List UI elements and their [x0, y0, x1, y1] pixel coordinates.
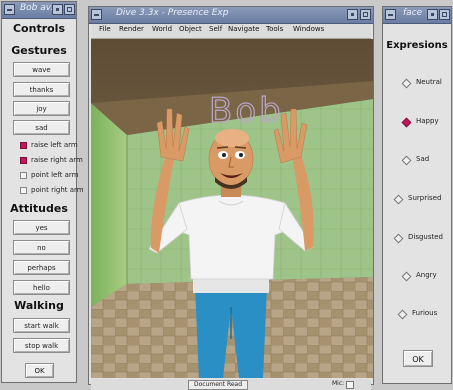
minimize-icon[interactable] [347, 9, 358, 20]
attitudes-heading: Attitudes [10, 202, 68, 215]
expression-label: Sad [416, 155, 430, 163]
stop-walk-button[interactable]: stop walk [13, 338, 70, 353]
minimize-icon[interactable] [427, 9, 438, 20]
mic-toggle[interactable] [346, 381, 354, 389]
bob-window-titlebar[interactable]: Bob av. [2, 2, 76, 19]
raise-right-arm-label: raise right arm [31, 156, 83, 164]
joy-button[interactable]: joy [13, 101, 70, 116]
maximize-icon[interactable] [64, 4, 75, 15]
radio-icon [397, 309, 408, 320]
expression-label: Happy [416, 117, 439, 125]
expression-label: Disgusted [408, 233, 444, 241]
window-menu-icon[interactable] [4, 4, 15, 15]
3d-viewport[interactable]: Bob [91, 39, 373, 378]
checkbox-icon [20, 186, 27, 194]
avatar-scene: Bob [91, 39, 373, 378]
ok-button[interactable]: OK [403, 350, 433, 367]
bob-avatar-window: Bob av. Controls Gestures wave thanks jo… [1, 1, 84, 383]
sad-button[interactable]: sad [13, 120, 70, 135]
wave-button[interactable]: wave [13, 62, 70, 77]
point-right-arm-label: point right arm [31, 186, 84, 194]
menu-windows[interactable]: Windows [293, 25, 324, 33]
thanks-button[interactable]: thanks [13, 82, 70, 97]
bob-window-title: Bob av. [20, 3, 54, 13]
menu-file[interactable]: File [99, 25, 111, 33]
perhaps-button[interactable]: perhaps [13, 260, 70, 275]
point-left-arm-label: point left arm [31, 171, 79, 179]
point-right-arm-toggle[interactable]: point right arm [20, 186, 84, 195]
checkbox-icon [20, 141, 27, 149]
menu-navigate[interactable]: Navigate [228, 25, 259, 33]
main-window-titlebar[interactable]: Dive 3.3x - Presence Exp [89, 7, 373, 24]
checkbox-icon [20, 171, 27, 179]
walking-heading: Walking [14, 299, 64, 312]
hello-button[interactable]: hello [13, 280, 70, 295]
yes-button[interactable]: yes [13, 220, 70, 235]
left-wall [91, 103, 127, 307]
menu-bar: File Render World Object Self Navigate T… [91, 24, 371, 39]
gestures-heading: Gestures [11, 44, 67, 57]
status-text: Document Read [188, 380, 248, 390]
point-left-arm-toggle[interactable]: point left arm [20, 171, 79, 180]
expressions-heading: Expresions [386, 40, 448, 51]
window-menu-icon[interactable] [385, 9, 396, 20]
radio-selected-icon [401, 117, 412, 128]
radio-icon [401, 78, 412, 89]
main-window-title: Dive 3.3x - Presence Exp [116, 8, 229, 18]
raise-right-arm-toggle[interactable]: raise right arm [20, 156, 83, 165]
expression-label: Furious [412, 309, 438, 317]
window-menu-icon[interactable] [91, 9, 102, 20]
maximize-icon[interactable] [439, 9, 450, 20]
mic-label: Mic: [332, 380, 345, 387]
face-window-title: face [403, 8, 423, 18]
menu-object[interactable]: Object [179, 25, 202, 33]
face-window-titlebar[interactable]: face [383, 7, 451, 24]
menu-tools[interactable]: Tools [266, 25, 283, 33]
raise-left-arm-label: raise left arm [31, 141, 78, 149]
expression-label: Angry [416, 271, 437, 279]
dive-main-window: Dive 3.3x - Presence Exp File Render Wor… [88, 6, 374, 390]
menu-world[interactable]: World [152, 25, 172, 33]
start-walk-button[interactable]: start walk [13, 318, 70, 333]
menu-self[interactable]: Self [209, 25, 222, 33]
checkbox-icon [20, 156, 27, 164]
menu-render[interactable]: Render [119, 25, 144, 33]
avatar-name-label: Bob [209, 91, 284, 131]
raise-left-arm-toggle[interactable]: raise left arm [20, 141, 78, 150]
minimize-icon[interactable] [52, 4, 63, 15]
radio-icon [393, 194, 404, 205]
controls-heading: Controls [12, 22, 66, 35]
no-button[interactable]: no [13, 240, 70, 255]
radio-icon [401, 271, 412, 282]
expression-label: Neutral [416, 78, 442, 86]
face-window: face Expresions Neutral Happy Sad Surpri… [382, 6, 452, 384]
ok-button[interactable]: OK [25, 363, 54, 378]
expression-label: Surprised [408, 194, 442, 202]
radio-icon [401, 155, 412, 166]
radio-icon [393, 233, 404, 244]
maximize-icon[interactable] [360, 9, 371, 20]
